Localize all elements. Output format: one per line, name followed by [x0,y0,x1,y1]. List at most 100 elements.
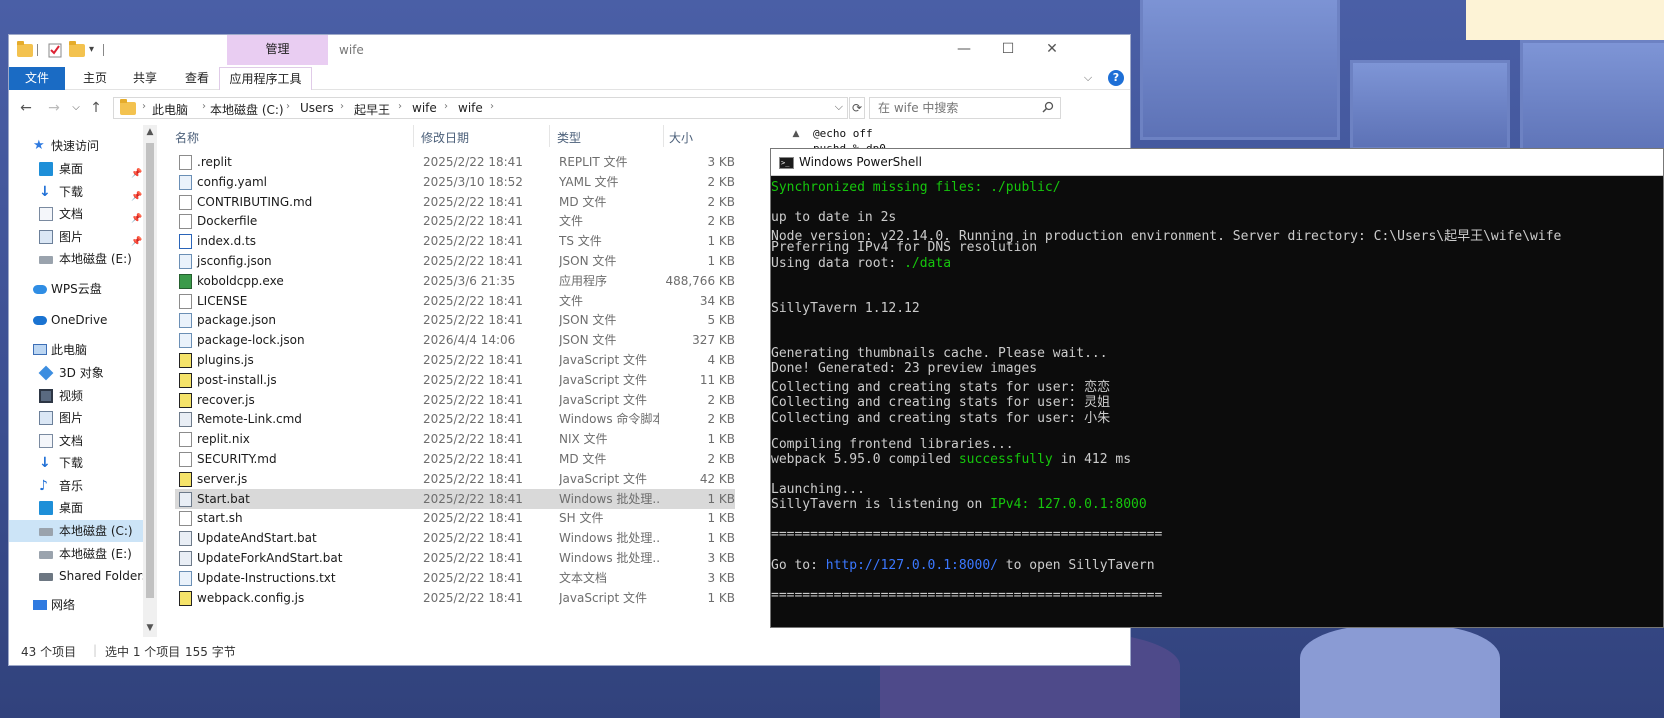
recent-locations-icon[interactable]: ⌵ [67,99,85,117]
new-folder-icon[interactable] [69,41,85,58]
column-header-type[interactable]: 类型 [557,129,581,146]
file-row[interactable]: package.json 2025/2/22 18:41 JSON 文件 5 KB [175,310,735,330]
help-icon[interactable]: ? [1108,70,1124,86]
address-dropdown-icon[interactable]: ⌵ [835,100,843,114]
breadcrumb-wife-current[interactable]: wife [458,101,483,115]
file-row[interactable]: Remote-Link.cmd 2025/2/22 18:41 Windows 命令… [175,409,735,429]
minimize-button[interactable]: — [941,35,987,65]
back-arrow-icon[interactable]: ← [17,99,35,117]
file-row[interactable]: UpdateForkAndStart.bat 2025/2/22 18:41 Win… [175,548,735,568]
file-row[interactable]: post-install.js 2025/2/22 18:41 JavaScript… [175,370,735,390]
tab-view[interactable]: 查看 [169,67,225,90]
file-row[interactable]: SECURITY.md 2025/2/22 18:41 MD 文件 2 KB [175,449,735,469]
file-icon [179,194,192,210]
file-row[interactable]: Start.bat 2025/2/22 18:41 Windows 批处理... 1 … [175,488,735,509]
file-row[interactable]: LICENSE 2025/2/22 18:41 文件 34 KB [175,291,735,311]
nav-item-onedrive[interactable]: OneDrive [9,309,143,331]
breadcrumb-this-pc[interactable]: 此电脑 [152,101,188,118]
nav-item-desktop-pc[interactable]: 桌面 [9,497,143,519]
tab-application-tools[interactable]: 应用程序工具 [219,67,312,90]
column-header-name[interactable]: 名称 [175,129,199,146]
file-row[interactable]: plugins.js 2025/2/22 18:41 JavaScript 文件 4 … [175,350,735,370]
file-row[interactable]: Update-Instructions.txt 2025/2/22 18:41 文本… [175,568,735,588]
search-icon[interactable] [1042,101,1054,113]
file-date: 2025/2/22 18:41 [423,155,523,169]
drive-icon [39,528,53,536]
up-arrow-icon[interactable]: ↑ [87,99,105,117]
refresh-icon[interactable]: ⟳ [849,97,865,119]
tab-home[interactable]: 主页 [67,67,123,90]
scroll-thumb[interactable] [146,143,154,598]
file-date: 2025/2/22 18:41 [423,214,523,229]
powershell-window: >_ Windows PowerShell Synchronized missi… [770,148,1664,628]
nav-item-pictures-pc[interactable]: 图片 [9,407,143,429]
nav-label: 图片 [59,411,84,425]
column-divider[interactable] [549,125,550,147]
scroll-down-icon[interactable]: ▼ [145,623,155,633]
column-header-date[interactable]: 修改日期 [421,129,469,146]
column-header-size[interactable]: 大小 [669,129,693,146]
search-box[interactable] [869,97,1061,119]
breadcrumb-drive-c[interactable]: 本地磁盘 (C:) [210,101,284,118]
scroll-up-icon[interactable]: ▲ [145,127,155,137]
nav-item-desktop[interactable]: 桌面 📌 [9,158,143,180]
file-row[interactable]: package-lock.json 2026/4/4 14:06 JSON 文件 32… [175,330,735,350]
file-row[interactable]: recover.js 2025/2/22 18:41 JavaScript 文件 2 … [175,390,735,410]
breadcrumb-user[interactable]: 起早王 [354,101,390,118]
column-divider[interactable] [663,125,664,147]
nav-label: WPS云盘 [51,282,102,296]
maximize-button[interactable]: ☐ [985,35,1031,65]
file-date: 2026/4/4 14:06 [423,333,516,348]
file-row[interactable]: server.js 2025/2/22 18:41 JavaScript 文件 42 … [175,469,735,489]
file-row[interactable]: UpdateAndStart.bat 2025/2/22 18:41 Windows… [175,528,735,548]
nav-item-documents-pc[interactable]: 文档 [9,430,143,452]
nav-item-music[interactable]: ♪ 音乐 [9,475,143,497]
nav-item-drive-e-pc[interactable]: 本地磁盘 (E:) [9,543,143,565]
file-list: ⌃ 名称 修改日期 类型 大小 .replit 2025/2/22 18:41 RE… [169,125,739,637]
tab-file[interactable]: 文件 [9,67,65,90]
tab-share[interactable]: 共享 [117,67,173,90]
file-row[interactable]: start.sh 2025/2/22 18:41 SH 文件 1 KB [175,508,735,528]
breadcrumb-wife[interactable]: wife [412,101,437,115]
scroll-up-icon[interactable]: ▲ [791,129,801,139]
nav-item-this-pc[interactable]: 此电脑 [9,339,143,361]
file-row[interactable]: index.d.ts 2025/2/22 18:41 TS 文件 1 KB [175,231,735,251]
nav-item-drive-c[interactable]: 本地磁盘 (C:) [9,520,143,542]
file-size: 2 KB [707,452,735,466]
file-icon [179,511,192,527]
file-row[interactable]: webpack.config.js 2025/2/22 18:41 JavaScri… [175,588,735,608]
address-bar[interactable]: › 此电脑 › 本地磁盘 (C:) › Users › 起早王 › wife ›… [113,97,848,119]
nav-scrollbar[interactable]: ▲ ▼ [143,125,157,637]
expand-ribbon-icon[interactable]: ⌵ [1084,71,1092,85]
search-input[interactable] [870,98,1030,118]
nav-item-network[interactable]: 网络 [9,594,143,616]
nav-item-documents[interactable]: 文档 📌 [9,203,143,225]
file-row[interactable]: jsconfig.json 2025/2/22 18:41 JSON 文件 1 KB [175,251,735,271]
file-row[interactable]: CONTRIBUTING.md 2025/2/22 18:41 MD 文件 2 KB [175,192,735,212]
file-row[interactable]: replit.nix 2025/2/22 18:41 NIX 文件 1 KB [175,429,735,449]
background-art-window [1520,40,1664,160]
nav-item-wps-cloud[interactable]: WPS云盘 [9,278,143,300]
forward-arrow-icon[interactable]: → [45,99,63,117]
nav-item-quick-access[interactable]: ★ 快速访问 [9,135,143,157]
nav-item-drive-e[interactable]: 本地磁盘 (E:) [9,248,143,270]
nav-item-downloads-pc[interactable]: ↓ 下载 [9,452,143,474]
properties-icon[interactable] [47,42,63,58]
console-output[interactable]: Synchronized missing files: ./public/up … [771,177,1663,627]
file-row[interactable]: .replit 2025/2/22 18:41 REPLIT 文件 3 KB [175,152,735,172]
nav-item-videos[interactable]: 视频 [9,385,143,407]
nav-item-downloads[interactable]: ↓ 下载 📌 [9,181,143,203]
close-button[interactable]: ✕ [1029,35,1075,65]
crumb-separator: › [202,101,206,112]
console-link[interactable]: http://127.0.0.1:8000/ [826,558,998,573]
file-type: NIX 文件 [559,432,608,447]
file-row[interactable]: Dockerfile 2025/2/22 18:41 文件 2 KB [175,211,735,231]
column-divider[interactable] [413,125,414,147]
file-row[interactable]: config.yaml 2025/3/10 18:52 YAML 文件 2 KB [175,172,735,192]
nav-item-pictures[interactable]: 图片 📌 [9,226,143,248]
nav-item-shared-folders[interactable]: Shared Folders [9,565,148,587]
breadcrumb-users[interactable]: Users [300,101,334,115]
file-name: Remote-Link.cmd [197,412,302,427]
file-row[interactable]: koboldcpp.exe 2025/3/6 21:35 应用程序 488,766 K… [175,271,735,291]
nav-item-3d-objects[interactable]: 3D 对象 [9,362,143,384]
